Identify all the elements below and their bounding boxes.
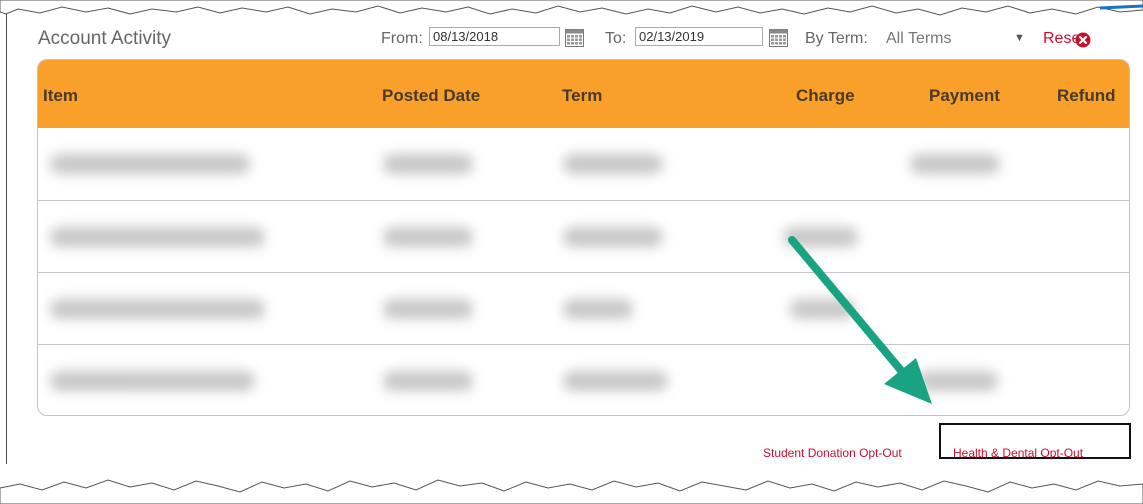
from-label: From: — [381, 30, 423, 47]
redacted-cell — [910, 154, 1000, 174]
account-activity-table: Item Posted Date Term Charge Payment Ref… — [37, 59, 1130, 416]
redacted-cell — [383, 299, 473, 319]
redacted-cell — [50, 154, 250, 174]
redacted-cell — [563, 227, 663, 247]
to-label: To: — [605, 30, 627, 47]
redacted-cell — [50, 299, 265, 319]
student-donation-opt-out-link[interactable]: Student Donation Opt-Out — [763, 446, 902, 460]
calendar-icon[interactable] — [769, 29, 788, 47]
page: Account Activity From: To: By Term: All … — [0, 0, 1143, 504]
column-header-payment[interactable]: Payment — [929, 86, 1000, 106]
table-header: Item Posted Date Term Charge Payment Ref… — [38, 60, 1129, 128]
annotation-arrow — [788, 236, 932, 404]
to-date-input[interactable] — [635, 27, 763, 46]
page-left-border — [6, 14, 7, 464]
column-header-item[interactable]: Item — [43, 86, 78, 106]
calendar-icon[interactable] — [565, 29, 584, 47]
torn-edge-top — [0, 0, 1143, 16]
filter-toolbar: Account Activity From: To: By Term: All … — [0, 25, 1143, 55]
chevron-down-icon[interactable]: ▼ — [1014, 32, 1025, 44]
column-header-refund[interactable]: Refund — [1057, 86, 1116, 106]
redacted-cell — [383, 154, 473, 174]
redacted-cell — [563, 299, 633, 319]
term-label: By Term: — [805, 30, 868, 47]
redacted-cell — [563, 154, 663, 174]
redacted-cell — [50, 227, 265, 247]
term-select[interactable]: All Terms — [886, 30, 952, 48]
table-row[interactable] — [38, 200, 1129, 272]
redacted-cell — [563, 371, 668, 391]
table-row[interactable] — [38, 128, 1129, 200]
health-dental-opt-out-link[interactable]: Health & Dental Opt-Out — [953, 446, 1083, 460]
column-header-charge[interactable]: Charge — [796, 86, 855, 106]
torn-edge-bottom — [0, 479, 1143, 504]
column-header-term[interactable]: Term — [562, 86, 602, 106]
section-title: Account Activity — [38, 28, 172, 49]
redacted-cell — [383, 227, 473, 247]
redacted-cell — [50, 371, 255, 391]
close-icon[interactable] — [1075, 32, 1091, 48]
table-row[interactable] — [38, 272, 1129, 344]
table-row[interactable] — [38, 344, 1129, 415]
from-date-input[interactable] — [429, 27, 560, 46]
column-header-posted-date[interactable]: Posted Date — [382, 86, 480, 106]
redacted-cell — [383, 371, 473, 391]
